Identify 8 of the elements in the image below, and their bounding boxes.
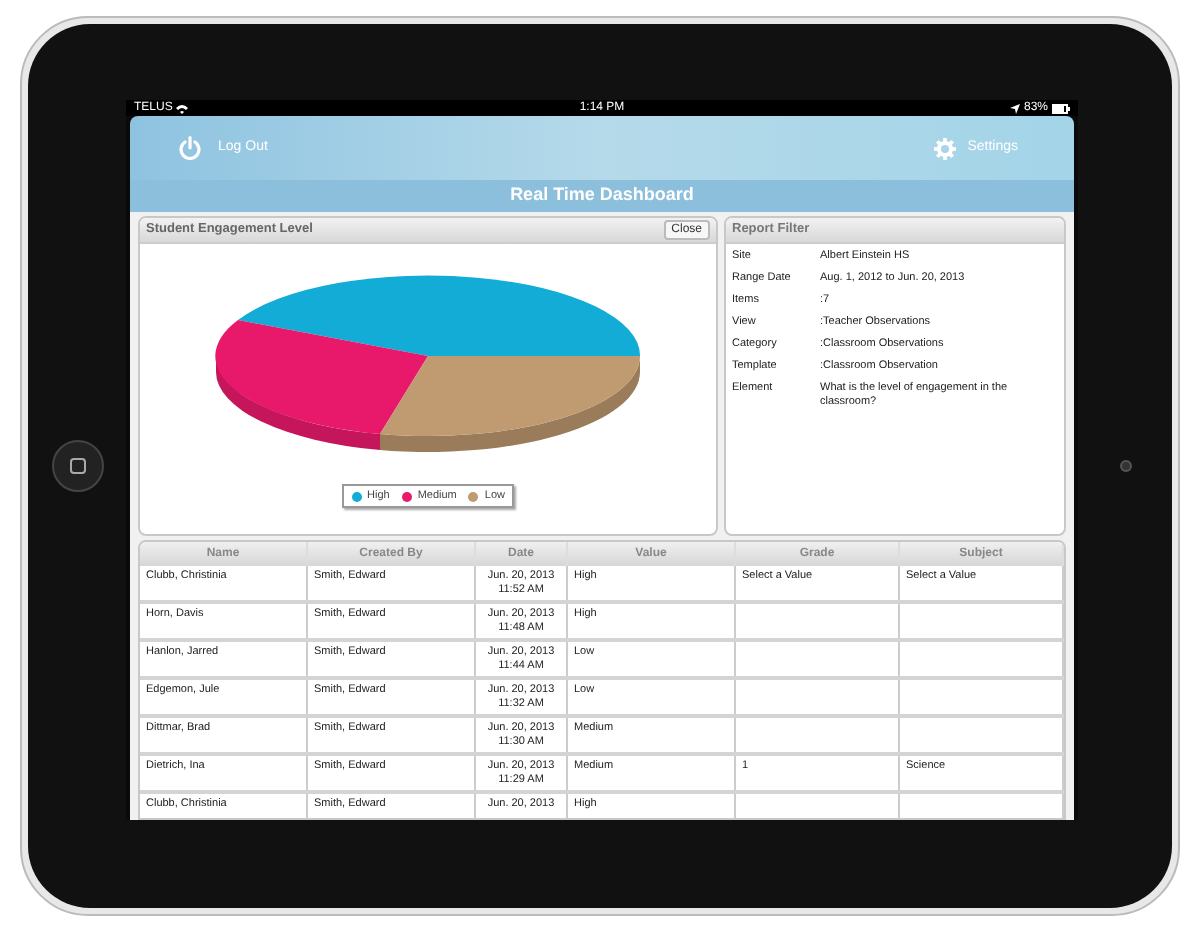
- home-button[interactable]: [51, 440, 103, 492]
- wifi-icon: [176, 103, 189, 113]
- page-title: Real Time Dashboard: [510, 182, 694, 209]
- settings-icon: [933, 137, 956, 159]
- location-arrow-icon: [1010, 103, 1020, 113]
- battery-icon: [1052, 103, 1071, 113]
- power-icon: [178, 136, 202, 160]
- camera-icon: [1119, 460, 1131, 472]
